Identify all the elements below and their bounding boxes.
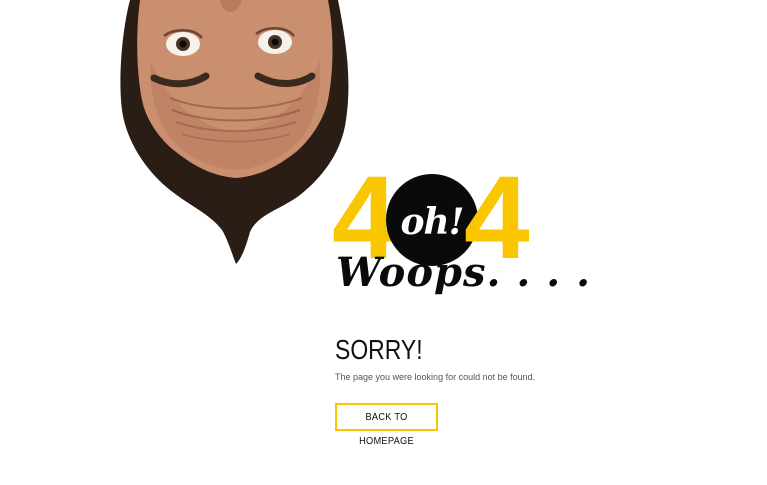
back-to-homepage-label: BACK TO HOMEPAGE — [359, 411, 414, 447]
error-404-page: 4 oh! 4 Woops. . . . SORRY! The page you… — [0, 0, 767, 485]
woops-text: Woops. . . . — [336, 249, 591, 296]
back-to-homepage-button[interactable]: BACK TO HOMEPAGE — [335, 403, 438, 447]
page-title: SORRY! — [335, 334, 423, 365]
error-message: The page you were looking for could not … — [335, 372, 536, 382]
upside-down-face-illustration — [120, 0, 349, 264]
oh-badge-text: oh! — [400, 201, 465, 243]
